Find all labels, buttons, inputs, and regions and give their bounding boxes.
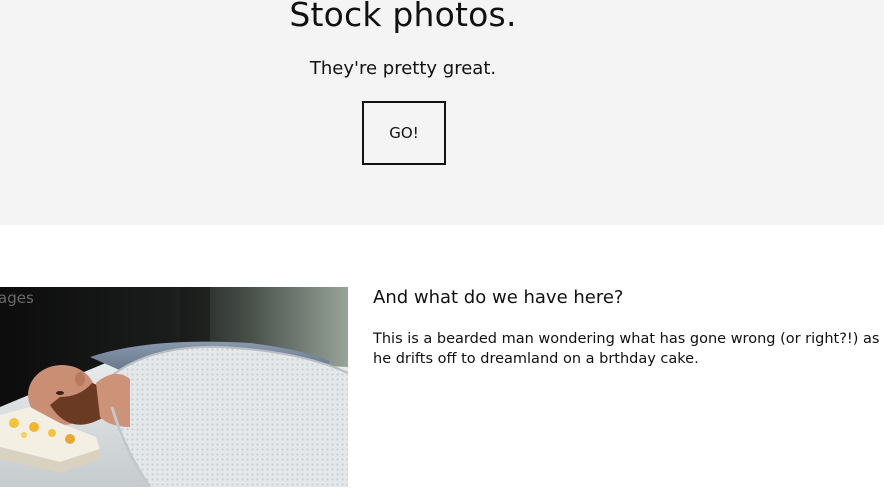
watermark-text: ages xyxy=(0,289,34,307)
feature-heading: And what do we have here? xyxy=(373,287,624,308)
go-button[interactable]: GO! xyxy=(362,101,446,165)
hero-section: Stock photos. They're pretty great. GO! xyxy=(0,0,884,225)
stock-photo-bearded-man-cake: ages xyxy=(0,287,348,487)
hero-subtitle: They're pretty great. xyxy=(309,58,497,79)
feature-description: This is a bearded man wondering what has… xyxy=(373,331,880,367)
hero-title: Stock photos. xyxy=(289,0,517,34)
